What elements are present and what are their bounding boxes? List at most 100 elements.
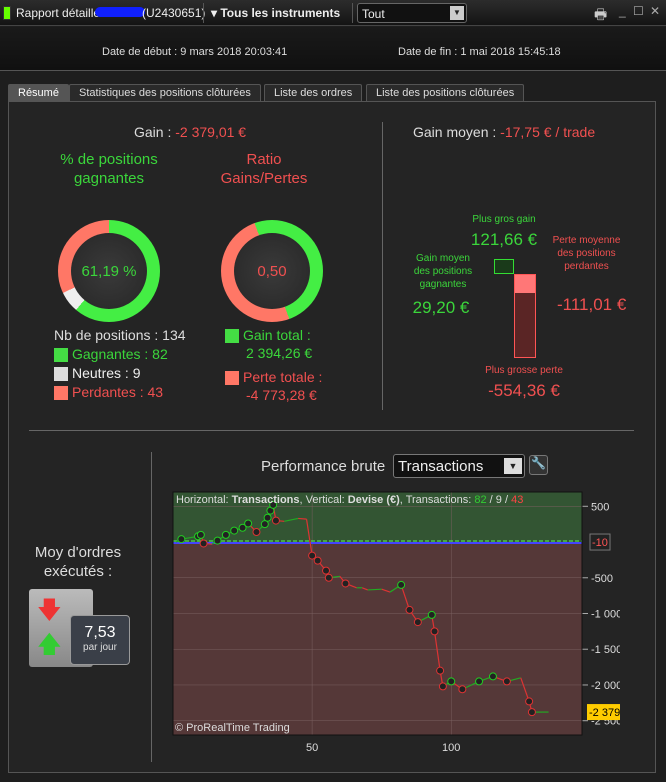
date-range: Date de début : 9 mars 2018 20:03:41 Dat… (0, 27, 666, 71)
trade-point (308, 551, 317, 560)
chevron-down-icon: ▼ (504, 458, 522, 474)
equity-segment (298, 517, 307, 520)
x-tick-label: 100 (442, 742, 460, 754)
tab-liste-positions[interactable]: Liste des positions clôturées (366, 84, 525, 102)
tab-statistiques[interactable]: Statistiques des positions clôturées (69, 84, 261, 102)
divider (29, 430, 634, 431)
losers: Perdantes : 43 (72, 384, 164, 400)
last-value-marker: -2 379,01 (589, 707, 620, 719)
trade-point (405, 605, 414, 614)
trade-point (244, 519, 253, 528)
arrow-up-icon: 🡅 (37, 631, 62, 658)
totals-legend: Gain total : 2 394,26 € Perte totale : -… (225, 326, 322, 404)
instruments-label: Tous les instruments (220, 6, 341, 20)
gain-total: 2 394,26 € (246, 345, 313, 361)
avg-loss-label: Perte moyenne des positions perdantes (552, 235, 621, 272)
orders-unit: par jour (83, 642, 117, 653)
red-swatch (54, 386, 68, 401)
avg-value: -17,75 € / trade (500, 124, 596, 140)
trade-point (427, 610, 436, 619)
close-button[interactable]: ✕ (650, 4, 660, 18)
gain-heading: Gain : -2 379,01 € (134, 124, 246, 140)
trade-point (458, 685, 467, 694)
print-icon[interactable]: 🖶 (594, 4, 607, 28)
zero-marker: -10 (592, 537, 608, 549)
trade-point (230, 526, 239, 535)
win-pct-value: 61,19 % (71, 233, 147, 309)
trade-point (413, 618, 422, 627)
orders-label: Moy d'ordres exécutés : (34, 544, 122, 580)
trade-point (199, 539, 208, 548)
biggest-gain: 121,66 € (470, 230, 538, 249)
trade-point (313, 556, 322, 565)
start-date: Date de début : 9 mars 2018 20:03:41 (102, 46, 288, 58)
trade-point (263, 513, 272, 522)
loss-zone (173, 542, 582, 735)
trade-point (177, 535, 186, 544)
filter-select[interactable]: Tout ▼ (357, 3, 467, 23)
loss-total-label: Perte totale : (243, 369, 323, 385)
candlestick-icon (3, 6, 11, 20)
divider (382, 122, 383, 410)
trade-point (502, 677, 511, 686)
orders-per-day: 7,53 par jour (70, 615, 130, 665)
instruments-dropdown[interactable]: ▾ Tous les instruments (211, 6, 340, 20)
performance-chart: 500-500-1 000-1 500-2 000-2 50050 100Hori… (172, 491, 620, 754)
gain-value: -2 379,01 € (175, 124, 247, 140)
ratio-value: 0,50 (234, 233, 310, 309)
gain-label: Gain : (134, 124, 172, 140)
positions-legend: Nb de positions : 134 Gagnantes : 82 Neu… (54, 326, 186, 402)
wrench-button[interactable]: 🔧 (529, 455, 548, 475)
trade-point (221, 530, 230, 539)
performance-select[interactable]: Transactions ▼ (393, 454, 525, 478)
x-tick-label: 50 (306, 742, 318, 754)
orders-value: 7,53 (84, 624, 116, 641)
maximize-button[interactable]: ☐ (633, 4, 644, 18)
green-swatch (225, 329, 239, 344)
trade-point (447, 677, 456, 686)
avg-gain-heading: Gain moyen : -17,75 € / trade (413, 124, 595, 140)
chart-header: Horizontal: Transactions, Vertical: Devi… (176, 494, 523, 506)
win-pct-donut: 61,19 % (58, 220, 160, 322)
tab-resume[interactable]: Résumé (8, 84, 69, 102)
nb-positions: Nb de positions : 134 (54, 327, 186, 343)
avg-win: 29,20 € (412, 298, 470, 317)
trade-point (341, 579, 350, 588)
wrench-icon: 🔧 (531, 456, 546, 470)
trade-point (252, 528, 261, 537)
redacted-name (95, 7, 145, 17)
window-title: Rapport détaillé (16, 6, 101, 20)
green-swatch (54, 348, 68, 363)
y-tick-label: 500 (591, 501, 609, 513)
ratio-title: Ratio Gains/Pertes (220, 151, 308, 187)
trade-point (438, 682, 447, 691)
y-tick-label: -1 000 (591, 609, 620, 621)
tab-liste-ordres[interactable]: Liste des ordres (264, 84, 363, 102)
filter-value: Tout (362, 7, 385, 21)
biggest-loss: -554,36 € (488, 381, 560, 400)
trade-point (213, 536, 222, 545)
trade-point (525, 697, 534, 706)
trade-point (488, 672, 497, 681)
red-swatch (225, 371, 239, 386)
loss-bar (514, 274, 536, 358)
trade-point (271, 516, 280, 525)
white-swatch (54, 367, 68, 382)
y-tick-label: -2 000 (591, 680, 620, 692)
trade-point (397, 580, 406, 589)
y-tick-label: -1 500 (591, 644, 620, 656)
performance-label: Performance brute (261, 458, 386, 475)
account-id: (U2430651) (142, 6, 206, 20)
trade-point (527, 708, 536, 717)
loss-total: -4 773,28 € (246, 387, 317, 403)
ratio-donut: 0,50 (221, 220, 323, 322)
avg-loss: -111,01 € (557, 295, 627, 314)
trade-point (322, 566, 331, 575)
trade-point (324, 573, 333, 582)
title-bar: Rapport détaillé (U2430651) ▾ Tous les i… (0, 0, 666, 26)
end-date: Date de fin : 1 mai 2018 15:45:18 (398, 46, 561, 58)
winners: Gagnantes : 82 (72, 346, 168, 362)
gain-total-label: Gain total : (243, 327, 311, 343)
gain-bar (494, 259, 514, 274)
minimize-button[interactable]: _ (619, 4, 626, 18)
